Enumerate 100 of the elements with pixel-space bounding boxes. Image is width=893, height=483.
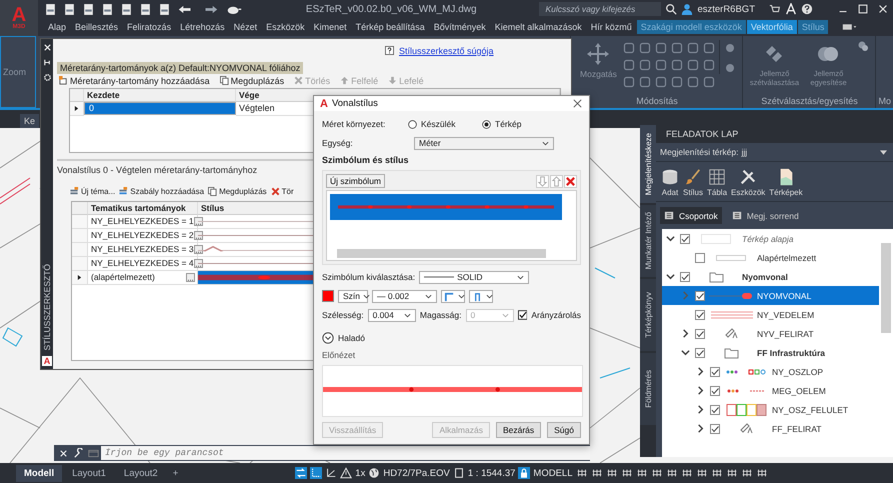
tool-icon[interactable] [687,76,700,88]
help-icon[interactable] [385,46,394,56]
toolbar-icon[interactable] [63,2,76,16]
tool-icon[interactable] [724,42,736,54]
checkbox[interactable] [710,366,720,376]
triangle-a-icon[interactable] [785,3,797,15]
tool-icon[interactable] [655,42,668,54]
unit-dropdown[interactable]: Méter [414,136,554,150]
tool-button[interactable]: Eszközök [730,168,766,197]
annotation-scale[interactable]: 1x [355,468,366,478]
tree-item[interactable]: FF Infrastruktúra [662,343,879,362]
tool-button[interactable]: Adat [660,168,680,197]
tool-button[interactable]: Stílus [682,168,704,197]
tool-icon[interactable] [639,59,652,71]
chevron-icon[interactable] [681,348,690,357]
tool-icon[interactable] [703,42,716,54]
tool-icon[interactable] [671,59,684,71]
wrench-icon[interactable] [73,448,84,458]
chevron-icon[interactable] [681,329,690,338]
layout-tab[interactable]: Layout2 [116,464,166,482]
tree-item[interactable]: NYV_FELIRAT [662,324,879,343]
status-toggle-icon[interactable] [756,467,768,479]
chevron-icon[interactable] [696,386,705,395]
cap-style-dropdown[interactable] [469,290,493,302]
more-button[interactable] [194,258,203,268]
status-toggle-icon[interactable] [650,467,662,479]
model-space[interactable]: MODELL [533,468,572,478]
row-header-cell[interactable] [72,228,88,243]
dialog-button[interactable]: Súgó [547,422,581,438]
chevron-icon[interactable] [666,272,675,281]
vertical-scrollbar[interactable] [881,243,891,333]
symbol-dropdown[interactable]: SOLID [419,270,530,284]
tool-icon[interactable] [623,59,636,71]
checkbox[interactable] [710,386,720,396]
radio-button[interactable] [482,120,491,128]
close-icon[interactable] [572,98,583,109]
toolbar-button[interactable]: Méretarány-tartomány hozzáadása [57,76,212,86]
checkbox[interactable] [695,328,705,338]
ribbon-tab[interactable]: Kiemelt alkalmazások [490,20,586,34]
toolbar-icon[interactable] [101,2,114,16]
angle-icon[interactable] [325,467,338,479]
coordinate-system[interactable]: HD72/7Pa.EOV [383,468,450,478]
status-toggle-icon[interactable] [740,467,752,479]
more-button[interactable] [194,216,203,226]
status-toggle-icon[interactable] [620,467,632,479]
toolbar-icon[interactable] [120,2,133,16]
color-swatch[interactable] [322,290,334,302]
checkbox[interactable] [710,424,720,434]
tool-icon[interactable] [623,76,636,88]
checkbox[interactable] [518,310,528,320]
ribbon-tab[interactable]: Alap [44,20,70,34]
checkbox[interactable] [680,234,690,244]
tool-icon[interactable] [687,59,700,71]
pin-icon[interactable] [42,58,52,67]
tree-item[interactable]: MEG_OELEM [662,381,879,400]
toolbar-icon[interactable] [139,2,152,16]
tool-icon[interactable] [639,76,652,88]
checkbox-label[interactable]: Arányzárolás [531,310,581,320]
tool-icon[interactable] [724,62,736,74]
view-toggle-button[interactable]: Csoportok [660,207,722,224]
toolbar-button[interactable]: Megduplázás [207,187,268,196]
tree-item[interactable]: NY_OSZ_FELULET [662,400,879,419]
color-dropdown[interactable]: Szín [338,290,368,302]
status-toggle-icon[interactable] [680,467,692,479]
tool-icon[interactable] [687,42,700,54]
map-scale[interactable]: 1 : 1544.37 [468,468,516,478]
lineweight-dropdown[interactable]: — 0.002 [372,290,437,302]
toolbar-button[interactable]: Megduplázás [218,76,286,86]
toolbar-button[interactable]: Új téma... [69,187,116,196]
close-icon[interactable] [58,448,69,458]
checkbox[interactable] [695,290,705,300]
ribbon-tab[interactable]: Kimenet [310,20,351,34]
status-toggle-icon[interactable] [696,467,708,479]
globe-icon[interactable] [368,467,380,479]
chevron-icon[interactable] [696,405,705,414]
row-header-cell[interactable] [72,270,88,285]
tool-icon[interactable] [703,59,716,71]
help-icon[interactable] [801,3,813,15]
status-toggle-icon[interactable] [666,467,678,479]
ribbon-tab[interactable]: Feliratozás [123,20,176,34]
checkbox[interactable] [695,252,705,262]
ribbon-tab[interactable]: Bővítmények [430,20,490,34]
status-toggle-icon[interactable] [590,467,602,479]
scale-icon[interactable] [452,467,465,479]
table-cell[interactable]: 0 [84,102,236,115]
toolbar-button[interactable]: Szabály hozzáadása [118,187,206,196]
ribbon-tab[interactable]: Eszközök [262,20,309,34]
rule-label[interactable]: NY_ELHELYEZKEDES = 1 [91,216,194,226]
maximize-icon[interactable] [857,3,869,15]
tool-icon[interactable] [655,59,668,71]
document-tab[interactable]: Ke [20,114,40,128]
checkbox[interactable] [680,272,690,282]
horizontal-scrollbar[interactable] [337,249,546,258]
ribbon-tab[interactable]: Létrehozás [176,20,229,34]
side-tab[interactable]: Munkatér Intéző [640,205,656,277]
ribbon-tab[interactable]: Nézet [230,20,262,34]
help-link[interactable]: Stílusszerkesztő súgója [399,46,494,56]
radio-label[interactable]: Térkép [495,119,522,129]
status-toggle-icon[interactable] [636,467,648,479]
tool-button[interactable]: Tábla [706,168,728,197]
